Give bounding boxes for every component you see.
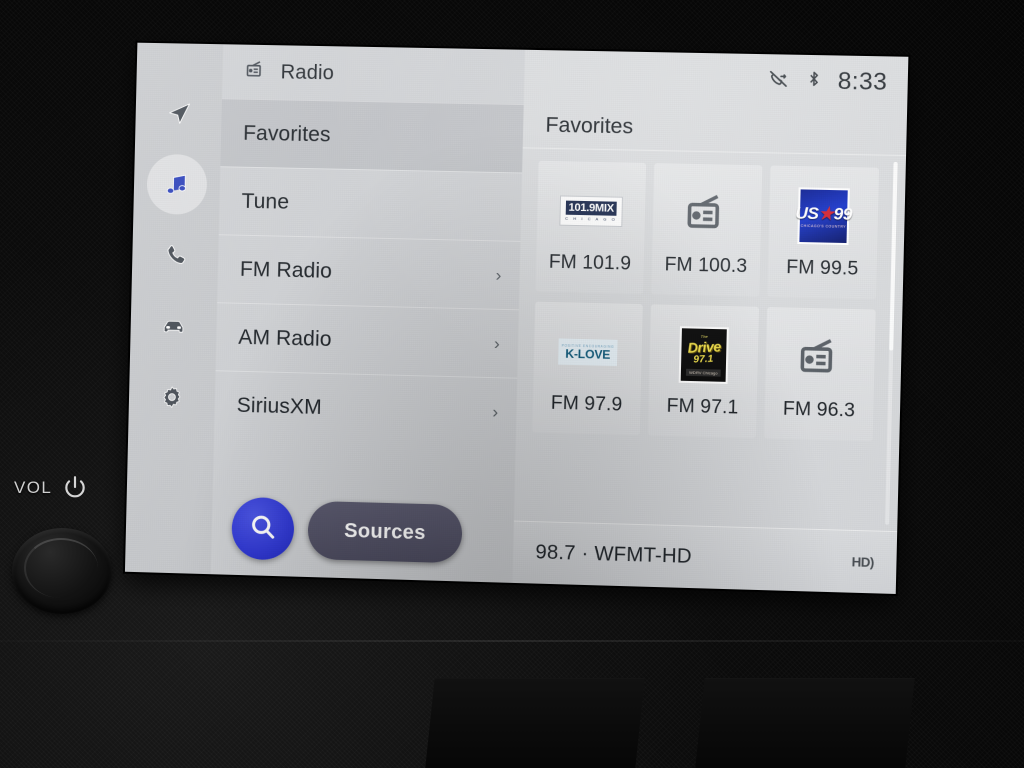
station-logo-number: 99 — [833, 203, 853, 224]
menu-item-label: Favorites — [242, 121, 331, 146]
menu-action-bar: Sources — [231, 496, 463, 566]
favorite-tile-label: FM 96.3 — [782, 398, 856, 422]
favorites-grid: 101.9MIX C H I C A G O FM 101.9 FM 100.3… — [532, 160, 880, 442]
bluetooth-icon — [804, 69, 824, 94]
station-logo-text: 101.9MIX — [565, 200, 618, 216]
clock: 8:33 — [837, 67, 888, 96]
station-logo-number: 97.1 — [693, 353, 714, 366]
screen-content: Radio Favorites Tune FM Radio › AM Radio — [124, 42, 909, 594]
rail-item-vehicle[interactable] — [143, 296, 204, 357]
sources-button[interactable]: Sources — [307, 500, 463, 564]
station-logo-star: ★ — [818, 203, 834, 223]
gear-icon — [159, 384, 186, 411]
navigation-arrow-icon — [165, 100, 193, 128]
call-mute-icon — [767, 67, 790, 95]
station-logo-drive: The Drive 97.1 WDRV Chicago — [671, 323, 736, 387]
favorite-tile-label: FM 100.3 — [664, 254, 748, 278]
generic-radio-icon — [788, 326, 853, 390]
status-bar: 8:33 — [524, 50, 909, 110]
menu-item-favorites[interactable]: Favorites — [220, 98, 524, 173]
favorite-tile-label: FM 97.9 — [550, 392, 623, 416]
radio-menu-panel: Radio Favorites Tune FM Radio › AM Radio — [210, 44, 526, 583]
search-icon — [247, 511, 278, 547]
music-note-icon — [163, 170, 192, 199]
app-rail — [124, 42, 224, 575]
favorite-tile[interactable]: 101.9MIX C H I C A G O FM 101.9 — [535, 160, 647, 295]
station-logo-mix: 101.9MIX C H I C A G O — [559, 179, 623, 243]
station-logo-text: US — [795, 202, 819, 223]
station-logo-subtext: CHICAGO'S COUNTRY — [800, 223, 847, 229]
station-logo-us99: US★99 CHICAGO'S COUNTRY — [791, 184, 856, 248]
favorites-panel: 8:33 Favorites 101.9MIX C H I C A G O FM… — [512, 49, 909, 594]
power-icon[interactable] — [62, 474, 88, 500]
chevron-right-icon: › — [492, 402, 499, 422]
scrollbar-thumb[interactable] — [889, 161, 898, 351]
car-icon — [159, 312, 188, 341]
menu-item-siriusxm[interactable]: SiriusXM › — [213, 370, 518, 447]
hd-radio-icon: HD) — [851, 554, 875, 571]
chevron-right-icon: › — [495, 265, 502, 285]
now-playing-bar[interactable]: 98.7 · WFMT-HD HD) — [512, 520, 898, 594]
generic-radio-icon — [675, 182, 740, 246]
search-button[interactable] — [231, 496, 295, 561]
dashboard-vent-left — [425, 678, 645, 768]
now-playing-text: 98.7 · WFMT-HD — [535, 541, 693, 568]
panel-title: Favorites — [522, 102, 908, 157]
station-logo-subtext: C H I C A G O — [565, 215, 617, 222]
favorite-tile[interactable]: POSITIVE ENCOURAGING K-LOVE FM 97.9 — [532, 301, 643, 436]
menu-item-label: Tune — [241, 189, 290, 214]
rail-item-media[interactable] — [146, 153, 208, 215]
menu-item-fm-radio[interactable]: FM Radio › — [217, 234, 521, 310]
favorite-tile[interactable]: FM 100.3 — [651, 163, 763, 297]
menu-header: Radio — [222, 44, 525, 104]
station-logo-klove: POSITIVE ENCOURAGING K-LOVE — [556, 320, 620, 384]
phone-icon — [162, 241, 190, 269]
favorite-tile-label: FM 97.1 — [666, 395, 739, 419]
menu-item-label: SiriusXM — [236, 393, 323, 419]
station-logo-text: K-LOVE — [565, 346, 611, 362]
radio-icon — [244, 58, 267, 85]
dashboard-seam — [0, 640, 1024, 642]
rail-item-settings[interactable] — [141, 366, 202, 427]
volume-knob[interactable] — [12, 528, 112, 614]
menu-item-tune[interactable]: Tune — [218, 166, 523, 241]
rail-item-phone[interactable] — [145, 225, 206, 286]
rail-item-navigation[interactable] — [148, 83, 209, 144]
favorite-tile-label: FM 99.5 — [786, 256, 859, 280]
menu-header-title: Radio — [280, 60, 335, 84]
favorites-scroll-area[interactable]: 101.9MIX C H I C A G O FM 101.9 FM 100.3… — [514, 148, 906, 531]
station-logo-text: Drive — [687, 338, 721, 356]
favorite-tile[interactable]: FM 96.3 — [764, 307, 876, 442]
menu-item-am-radio[interactable]: AM Radio › — [215, 302, 519, 378]
volume-label: VOL — [14, 478, 53, 497]
chevron-right-icon: › — [493, 333, 501, 354]
dashboard-vent-right — [695, 678, 915, 768]
menu-item-label: FM Radio — [239, 257, 333, 283]
menu-item-label: AM Radio — [238, 325, 332, 351]
favorite-tile[interactable]: US★99 CHICAGO'S COUNTRY FM 99.5 — [767, 165, 880, 300]
infotainment-display: Radio Favorites Tune FM Radio › AM Radio — [124, 42, 909, 594]
vertical-scrollbar[interactable] — [885, 161, 898, 525]
favorite-tile-label: FM 101.9 — [548, 251, 632, 275]
favorite-tile[interactable]: The Drive 97.1 WDRV Chicago FM 97.1 — [647, 304, 759, 439]
station-logo-subtext: WDRV Chicago — [685, 368, 721, 377]
